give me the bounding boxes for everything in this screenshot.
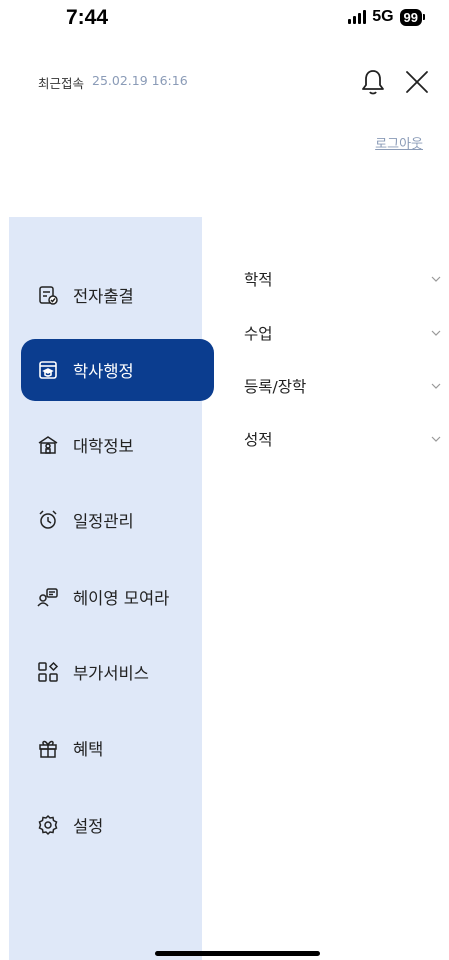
- last-login-label: 최근접속: [38, 76, 85, 91]
- submenu-item-label: 수업: [244, 325, 273, 343]
- chevron-down-icon: [431, 276, 441, 282]
- close-icon[interactable]: [405, 70, 429, 94]
- sidebar-item-label: 부가서비스: [73, 664, 149, 683]
- submenu-item-label: 학적: [244, 271, 273, 289]
- university-info-icon: [37, 434, 59, 456]
- sidebar-item-schedule[interactable]: 일정관리: [21, 489, 214, 551]
- last-login: 최근접속 25.02.19 16:16: [38, 73, 188, 92]
- sidebar-item-label: 일정관리: [73, 512, 134, 531]
- sidebar-item-benefits[interactable]: 혜택: [21, 717, 214, 779]
- sidebar-item-label: 헤이영 모여라: [73, 589, 170, 608]
- sidebar-item-university-info[interactable]: 대학정보: [21, 414, 214, 476]
- sidebar-item-label: 전자출결: [73, 287, 134, 306]
- submenu-item-academic-record[interactable]: 학적: [244, 267, 442, 291]
- chevron-down-icon: [431, 383, 441, 389]
- sidebar-item-settings[interactable]: 설정: [21, 794, 214, 856]
- battery-level: 99: [399, 8, 422, 26]
- academic-admin-icon: [37, 359, 59, 381]
- status-indicators: 5G 99: [348, 8, 425, 26]
- submenu-item-grades[interactable]: 성적: [244, 427, 442, 451]
- sidebar-item-attendance[interactable]: 전자출결: [21, 264, 214, 326]
- sidebar-item-community[interactable]: 헤이영 모여라: [21, 566, 214, 628]
- submenu-item-registration-scholarship[interactable]: 등록/장학: [244, 374, 442, 398]
- sidebar-item-extra-services[interactable]: 부가서비스: [21, 641, 214, 703]
- sidebar-item-academic-admin[interactable]: 학사행정: [21, 339, 214, 401]
- signal-icon: [348, 10, 367, 24]
- logout-link[interactable]: 로그아웃: [375, 133, 423, 152]
- chevron-down-icon: [431, 436, 441, 442]
- community-icon: [37, 586, 59, 608]
- sidebar-item-label: 학사행정: [73, 362, 134, 381]
- chevron-down-icon: [431, 330, 441, 336]
- home-indicator: [155, 951, 320, 956]
- attendance-icon: [37, 284, 59, 306]
- network-type: 5G: [372, 8, 394, 25]
- submenu-item-classes[interactable]: 수업: [244, 321, 442, 345]
- last-login-time: 25.02.19 16:16: [92, 73, 188, 88]
- alarm-clock-icon: [37, 509, 59, 531]
- submenu-item-label: 등록/장학: [244, 378, 307, 396]
- gift-icon: [37, 737, 59, 759]
- extra-services-icon: [37, 661, 59, 683]
- gear-icon: [37, 814, 59, 836]
- sidebar-item-label: 혜택: [73, 740, 104, 759]
- battery-icon: 99: [399, 8, 425, 26]
- sidebar-item-label: 설정: [73, 817, 104, 836]
- status-time: 7:44: [66, 6, 109, 29]
- sidebar-item-label: 대학정보: [73, 437, 134, 456]
- bell-icon[interactable]: [360, 68, 386, 96]
- submenu-item-label: 성적: [244, 431, 273, 449]
